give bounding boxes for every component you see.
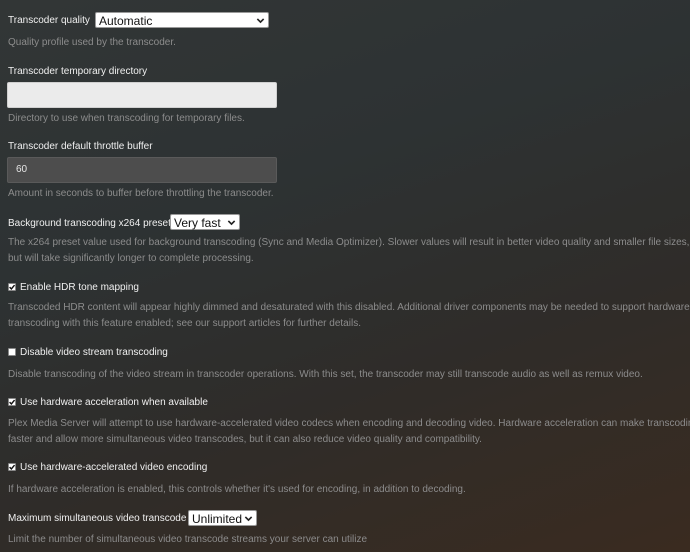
transcoder-quality-label: Transcoder quality — [8, 15, 90, 26]
disable-video-transcoding-checkbox[interactable] — [8, 348, 16, 356]
hardware-encoding-checkbox[interactable] — [8, 463, 16, 471]
x264-preset-help-line1: The x264 preset value used for backgroun… — [8, 237, 690, 248]
hdr-tone-mapping-checkbox[interactable] — [8, 283, 16, 291]
hdr-tone-mapping-label[interactable]: Enable HDR tone mapping — [20, 282, 139, 294]
hdr-tone-mapping-help-line1: Transcoded HDR content will appear highl… — [8, 302, 690, 313]
disable-video-transcoding-help: Disable transcoding of the video stream … — [8, 369, 643, 380]
x264-preset-select[interactable]: Very fast — [170, 214, 240, 230]
temp-directory-label: Transcoder temporary directory — [8, 66, 148, 77]
transcoder-quality-help: Quality profile used by the transcoder. — [8, 37, 176, 48]
checkmark-icon — [9, 399, 16, 405]
chevron-down-icon — [244, 516, 253, 522]
max-simultaneous-select[interactable]: Unlimited — [188, 510, 257, 526]
hardware-acceleration-help-line2: faster and allow more simultaneous video… — [8, 434, 482, 445]
max-simultaneous-value: Unlimited — [192, 512, 243, 526]
throttle-buffer-label: Transcoder default throttle buffer — [8, 141, 153, 152]
max-simultaneous-label: Maximum simultaneous video transcode — [8, 513, 187, 524]
throttle-buffer-input[interactable]: 60 — [7, 157, 277, 183]
chevron-down-icon — [227, 220, 236, 226]
hardware-acceleration-help-line1: Plex Media Server will attempt to use ha… — [8, 418, 690, 429]
max-simultaneous-help: Limit the number of simultaneous video t… — [8, 534, 368, 545]
disable-video-transcoding-label[interactable]: Disable video stream transcoding — [20, 347, 168, 359]
transcoder-quality-value: Automatic — [99, 14, 153, 28]
hardware-encoding-label[interactable]: Use hardware-accelerated video encoding — [20, 462, 207, 474]
x264-preset-help-line2: but will take significantly longer to co… — [8, 253, 254, 264]
checkmark-icon — [9, 464, 16, 470]
hardware-acceleration-label[interactable]: Use hardware acceleration when available — [20, 397, 208, 409]
hdr-tone-mapping-help-line2: transcoding with this feature enabled; s… — [8, 318, 361, 329]
temp-directory-input[interactable] — [7, 82, 277, 108]
temp-directory-help: Directory to use when transcoding for te… — [8, 113, 245, 124]
checkmark-icon — [9, 284, 16, 290]
hardware-acceleration-checkbox[interactable] — [8, 398, 16, 406]
x264-preset-value: Very fast — [174, 216, 221, 230]
hardware-encoding-help: If hardware acceleration is enabled, thi… — [8, 484, 466, 495]
chevron-down-icon — [256, 18, 265, 24]
transcoder-quality-select[interactable]: Automatic — [95, 12, 269, 28]
x264-preset-label: Background transcoding x264 preset — [8, 218, 171, 229]
throttle-buffer-help: Amount in seconds to buffer before throt… — [8, 188, 274, 199]
